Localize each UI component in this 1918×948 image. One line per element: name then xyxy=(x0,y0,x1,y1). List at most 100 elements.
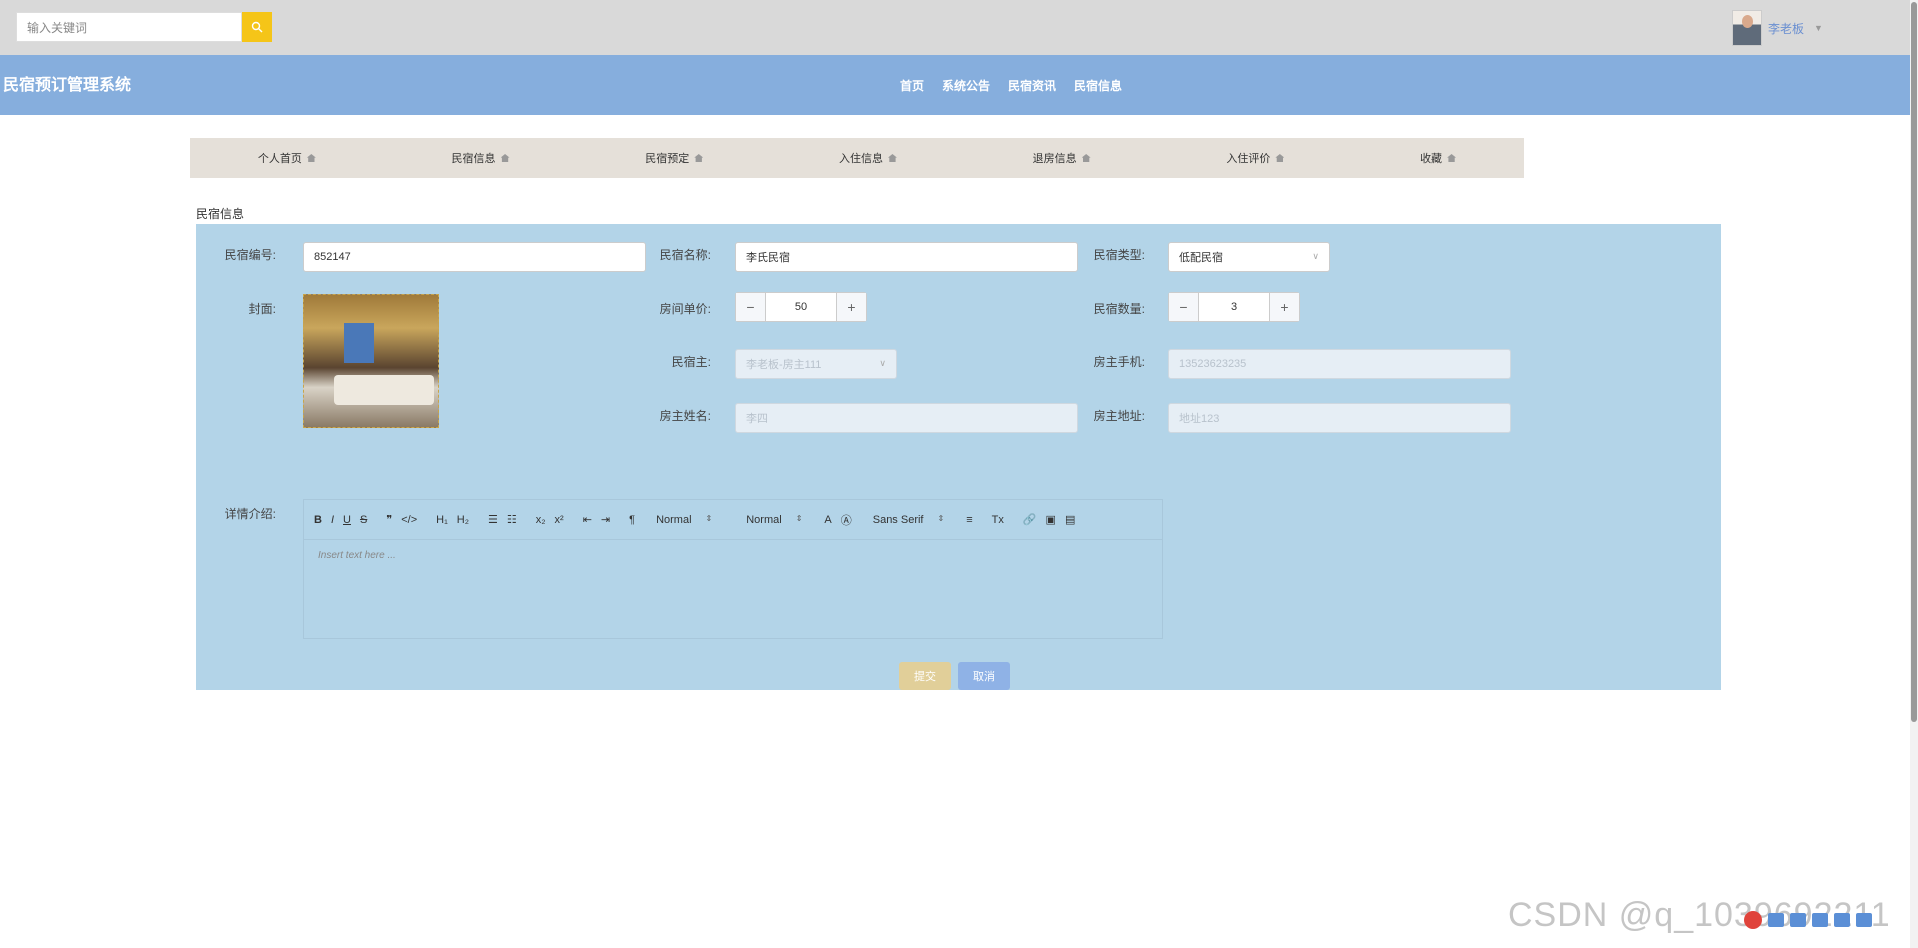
subnav-label: 入住信息 xyxy=(838,153,883,165)
owner-address-field: 地址123 xyxy=(1168,403,1511,433)
owner-address-label: 房主地址: xyxy=(1093,409,1145,423)
code-label: 民宿编号: xyxy=(224,248,276,262)
subnav-review[interactable]: 入住评价 xyxy=(1226,150,1285,166)
home-icon xyxy=(694,154,704,162)
tray-icon[interactable] xyxy=(1790,913,1806,927)
video-icon[interactable]: ▤ xyxy=(1065,513,1075,526)
ordered-list-icon[interactable]: ☰ xyxy=(488,513,498,526)
user-name[interactable]: 李老板 xyxy=(1768,20,1804,37)
search-button[interactable] xyxy=(242,12,272,42)
subnav-homestay-info[interactable]: 民宿信息 xyxy=(452,150,510,166)
font-select[interactable]: Sans Serif ⇕ xyxy=(873,514,944,526)
align-icon[interactable]: ≡ xyxy=(966,514,972,526)
cover-bed-shape xyxy=(334,375,434,405)
main-nav: 首页 系统公告 民宿资讯 民宿信息 xyxy=(900,77,1122,94)
chevron-down-icon: ∨ xyxy=(879,358,886,368)
header-select-value: Normal xyxy=(656,513,692,526)
nav-homestay-info[interactable]: 民宿信息 xyxy=(1074,77,1122,94)
blockquote-icon[interactable]: ❞ xyxy=(386,513,392,526)
subnav-label: 民宿预定 xyxy=(645,153,690,165)
image-icon[interactable]: ▣ xyxy=(1046,513,1056,526)
owner-phone-value: 13523623235 xyxy=(1179,358,1247,370)
avatar[interactable] xyxy=(1732,10,1762,46)
subnav-booking[interactable]: 民宿预定 xyxy=(645,150,704,166)
quantity-stepper[interactable]: − 3 + xyxy=(1168,292,1300,322)
cancel-button[interactable]: 取消 xyxy=(958,662,1010,690)
scrollbar-thumb[interactable] xyxy=(1911,2,1917,722)
home-icon xyxy=(1081,154,1091,162)
price-stepper[interactable]: − 50 + xyxy=(735,292,867,322)
tray-icon[interactable] xyxy=(1834,913,1850,927)
indent-icon[interactable]: ⇥ xyxy=(601,513,610,526)
editor-content[interactable]: Insert text here ... xyxy=(304,540,1162,638)
quantity-decrement-button[interactable]: − xyxy=(1169,293,1199,321)
subscript-icon[interactable]: x₂ xyxy=(536,514,546,526)
details-label: 详情介绍: xyxy=(224,507,276,521)
subnav-label: 入住评价 xyxy=(1226,153,1271,165)
owner-select: 李老板-房主111 ∨ xyxy=(735,349,897,379)
name-value: 李氏民宿 xyxy=(746,252,790,264)
clear-format-icon[interactable]: Tx xyxy=(992,514,1004,526)
outdent-icon[interactable]: ⇤ xyxy=(583,513,592,526)
type-select[interactable]: 低配民宿 ∨ xyxy=(1168,242,1330,272)
editor-placeholder: Insert text here ... xyxy=(318,550,396,561)
subnav-label: 民宿信息 xyxy=(451,153,496,165)
header-select[interactable]: Normal ⇕ xyxy=(656,514,712,526)
price-decrement-button[interactable]: − xyxy=(736,293,766,321)
updown-icon: ⇕ xyxy=(705,513,713,523)
page-scrollbar[interactable] xyxy=(1910,0,1918,948)
italic-icon[interactable]: I xyxy=(331,514,334,526)
price-label: 房间单价: xyxy=(659,302,711,316)
background-color-icon[interactable]: Ⓐ xyxy=(841,512,852,528)
code-block-icon[interactable]: </> xyxy=(401,514,417,526)
bullet-list-icon[interactable]: ☷ xyxy=(507,513,517,526)
user-center-nav: 个人首页 民宿信息 民宿预定 入住信息 退房信息 入住评价 收藏 xyxy=(190,138,1524,178)
text-color-icon[interactable]: A xyxy=(824,514,831,526)
subnav-label: 收藏 xyxy=(1420,153,1443,165)
quantity-increment-button[interactable]: + xyxy=(1269,293,1299,321)
heading2-icon[interactable]: H₂ xyxy=(457,514,469,526)
user-menu[interactable]: 李老板 ▼ xyxy=(1732,10,1823,46)
editor-toolbar: B I U S ❞ </> H₁ H₂ ☰ ☷ x₂ x² ⇤ ⇥ ¶ Norm… xyxy=(304,500,1162,540)
name-label: 民宿名称: xyxy=(659,248,711,262)
underline-icon[interactable]: U xyxy=(343,514,351,526)
search-placeholder: 输入关键词 xyxy=(27,20,88,35)
price-increment-button[interactable]: + xyxy=(836,293,866,321)
search-icon xyxy=(251,21,263,33)
quantity-value[interactable]: 3 xyxy=(1199,293,1269,321)
price-value[interactable]: 50 xyxy=(766,293,836,321)
tray-icon[interactable] xyxy=(1812,913,1828,927)
chevron-down-icon[interactable]: ▼ xyxy=(1814,23,1823,33)
updown-icon: ⇕ xyxy=(795,513,803,523)
search-input[interactable]: 输入关键词 xyxy=(16,12,242,42)
size-select-value: Normal xyxy=(746,513,782,526)
cover-image[interactable] xyxy=(303,294,439,428)
subnav-personal-home[interactable]: 个人首页 xyxy=(258,150,316,166)
superscript-icon[interactable]: x² xyxy=(555,514,564,526)
chevron-down-icon: ∨ xyxy=(1312,251,1319,261)
heading1-icon[interactable]: H₁ xyxy=(436,514,448,526)
rich-text-editor: B I U S ❞ </> H₁ H₂ ☰ ☷ x₂ x² ⇤ ⇥ ¶ Norm… xyxy=(303,499,1163,639)
font-select-value: Sans Serif xyxy=(872,513,924,526)
subnav-checkout[interactable]: 退房信息 xyxy=(1033,150,1091,166)
nav-news[interactable]: 民宿资讯 xyxy=(1008,77,1056,94)
app-logo-icon[interactable] xyxy=(1744,911,1762,929)
site-title: 民宿预订管理系统 xyxy=(3,77,132,94)
bold-icon[interactable]: B xyxy=(314,514,322,526)
submit-button[interactable]: 提交 xyxy=(899,662,951,690)
nav-announcements[interactable]: 系统公告 xyxy=(942,77,990,94)
subnav-favorites[interactable]: 收藏 xyxy=(1420,150,1457,166)
home-icon xyxy=(1447,154,1457,162)
text-direction-icon[interactable]: ¶ xyxy=(629,514,635,526)
subnav-checkin[interactable]: 入住信息 xyxy=(839,150,897,166)
strikethrough-icon[interactable]: S xyxy=(360,514,367,526)
subnav-label: 个人首页 xyxy=(257,153,302,165)
link-icon[interactable]: 🔗 xyxy=(1023,513,1037,526)
section-title: 民宿信息 xyxy=(196,207,245,221)
tray-icon[interactable] xyxy=(1768,913,1784,927)
system-tray xyxy=(1744,910,1914,930)
size-select[interactable]: Normal ⇕ xyxy=(746,514,802,526)
nav-home[interactable]: 首页 xyxy=(900,77,924,94)
home-icon xyxy=(500,154,510,162)
tray-icon[interactable] xyxy=(1856,913,1872,927)
